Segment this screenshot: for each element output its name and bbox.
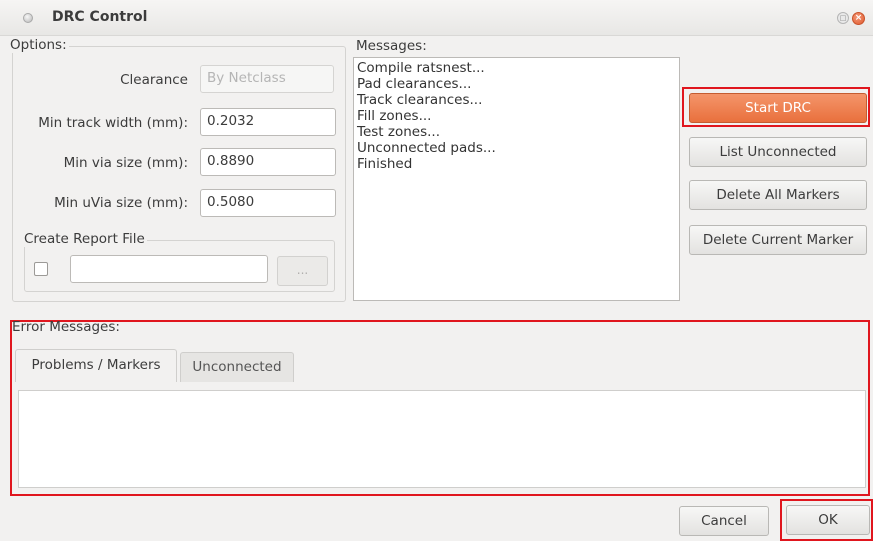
error-messages-label: Error Messages:	[12, 319, 120, 335]
start-drc-button[interactable]: Start DRC	[689, 93, 867, 123]
report-file-checkbox[interactable]	[34, 262, 48, 276]
maximize-icon[interactable]: □	[837, 12, 849, 24]
message-line: Compile ratsnest...	[357, 60, 485, 76]
message-line: Test zones...	[357, 124, 440, 140]
window-menu-icon[interactable]	[23, 13, 33, 23]
close-icon[interactable]: ×	[852, 12, 865, 25]
delete-all-markers-button[interactable]: Delete All Markers	[689, 180, 867, 210]
min-uvia-size-input[interactable]: 0.5080	[200, 189, 336, 217]
tab-problems-markers[interactable]: Problems / Markers	[15, 349, 177, 382]
message-line: Finished	[357, 156, 413, 172]
cancel-button[interactable]: Cancel	[679, 506, 769, 536]
message-line: Unconnected pads...	[357, 140, 496, 156]
min-uvia-size-label: Min uVia size (mm):	[54, 195, 188, 211]
options-label: Options:	[8, 37, 69, 53]
clearance-field: By Netclass	[200, 65, 334, 93]
browse-button[interactable]: ...	[277, 256, 328, 286]
clearance-label: Clearance	[120, 72, 188, 88]
min-via-size-input[interactable]: 0.8890	[200, 148, 336, 176]
message-line: Pad clearances...	[357, 76, 472, 92]
min-track-width-label: Min track width (mm):	[38, 115, 188, 131]
min-track-width-input[interactable]: 0.2032	[200, 108, 336, 136]
report-file-path-input[interactable]	[70, 255, 268, 283]
message-line: Track clearances...	[357, 92, 483, 108]
error-list-panel[interactable]	[18, 390, 866, 488]
min-via-size-label: Min via size (mm):	[63, 155, 188, 171]
tab-unconnected[interactable]: Unconnected	[180, 352, 294, 382]
messages-label: Messages:	[356, 38, 427, 54]
window-title: DRC Control	[52, 9, 148, 25]
delete-current-marker-button[interactable]: Delete Current Marker	[689, 225, 867, 255]
report-file-label: Create Report File	[22, 231, 147, 247]
list-unconnected-button[interactable]: List Unconnected	[689, 137, 867, 167]
message-line: Fill zones...	[357, 108, 432, 124]
messages-list[interactable]: Compile ratsnest... Pad clearances... Tr…	[353, 57, 680, 301]
ok-button[interactable]: OK	[786, 505, 870, 535]
